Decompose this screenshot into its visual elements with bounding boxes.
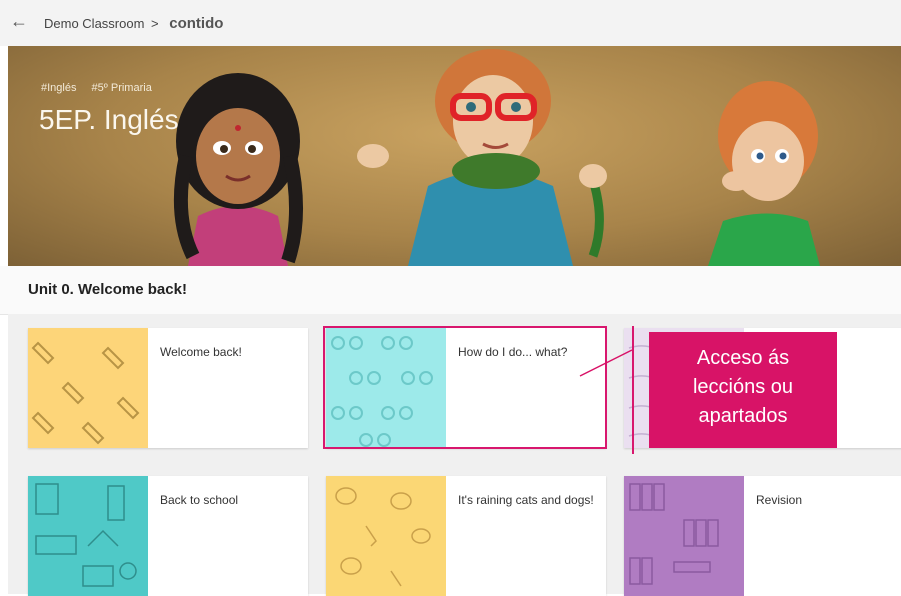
callout-divider-line xyxy=(632,326,634,454)
bicycle-pattern-thumbnail xyxy=(326,328,446,448)
course-title: 5EP. Inglés xyxy=(39,104,179,135)
callout-line: leccións ou xyxy=(692,376,794,398)
pencil-pattern-thumbnail xyxy=(28,328,148,448)
lesson-card-title: Back to school xyxy=(160,493,239,507)
breadcrumb: Demo Classroom > contido xyxy=(44,15,223,32)
tag-grade: #5º Primaria xyxy=(91,82,152,94)
callout-line: Acceso ás xyxy=(696,347,790,369)
lesson-card-title: Welcome back! xyxy=(160,345,242,359)
callout-line: apartados xyxy=(698,405,788,427)
breadcrumb-separator: > xyxy=(151,16,159,31)
lesson-card[interactable]: It's raining cats and dogs! xyxy=(326,476,606,596)
breadcrumb-parent-link[interactable]: Demo Classroom xyxy=(44,16,144,31)
arrow-left-icon[interactable]: ← xyxy=(10,11,28,32)
lesson-card[interactable]: Back to school xyxy=(28,476,308,596)
annotation-callout: Acceso ás leccións ou apartados xyxy=(649,332,837,448)
lesson-card[interactable]: Welcome back! xyxy=(28,328,308,448)
books-pattern-thumbnail xyxy=(624,476,744,596)
breadcrumb-current: contido xyxy=(169,15,224,32)
course-tags: #Inglés #5º Primaria xyxy=(41,82,164,94)
london-pattern-thumbnail xyxy=(28,476,148,596)
lesson-card[interactable]: Revision xyxy=(624,476,901,596)
lesson-card-title: It's raining cats and dogs! xyxy=(458,493,594,507)
lesson-card-title: How do I do... what? xyxy=(458,345,568,359)
unit-title: Unit 0. Welcome back! xyxy=(28,281,187,298)
top-navigation-bar: ← Demo Classroom > contido xyxy=(0,0,901,46)
course-hero-banner: #Inglés #5º Primaria 5EP. Inglés xyxy=(8,46,901,266)
lesson-card-title: Revision xyxy=(756,493,803,507)
tag-subject: #Inglés xyxy=(41,82,77,94)
lesson-card[interactable]: How do I do... what? xyxy=(326,328,606,448)
unit-header: Unit 0. Welcome back! xyxy=(0,266,901,315)
hero-illustration xyxy=(173,49,820,266)
teapot-pattern-thumbnail xyxy=(326,476,446,596)
